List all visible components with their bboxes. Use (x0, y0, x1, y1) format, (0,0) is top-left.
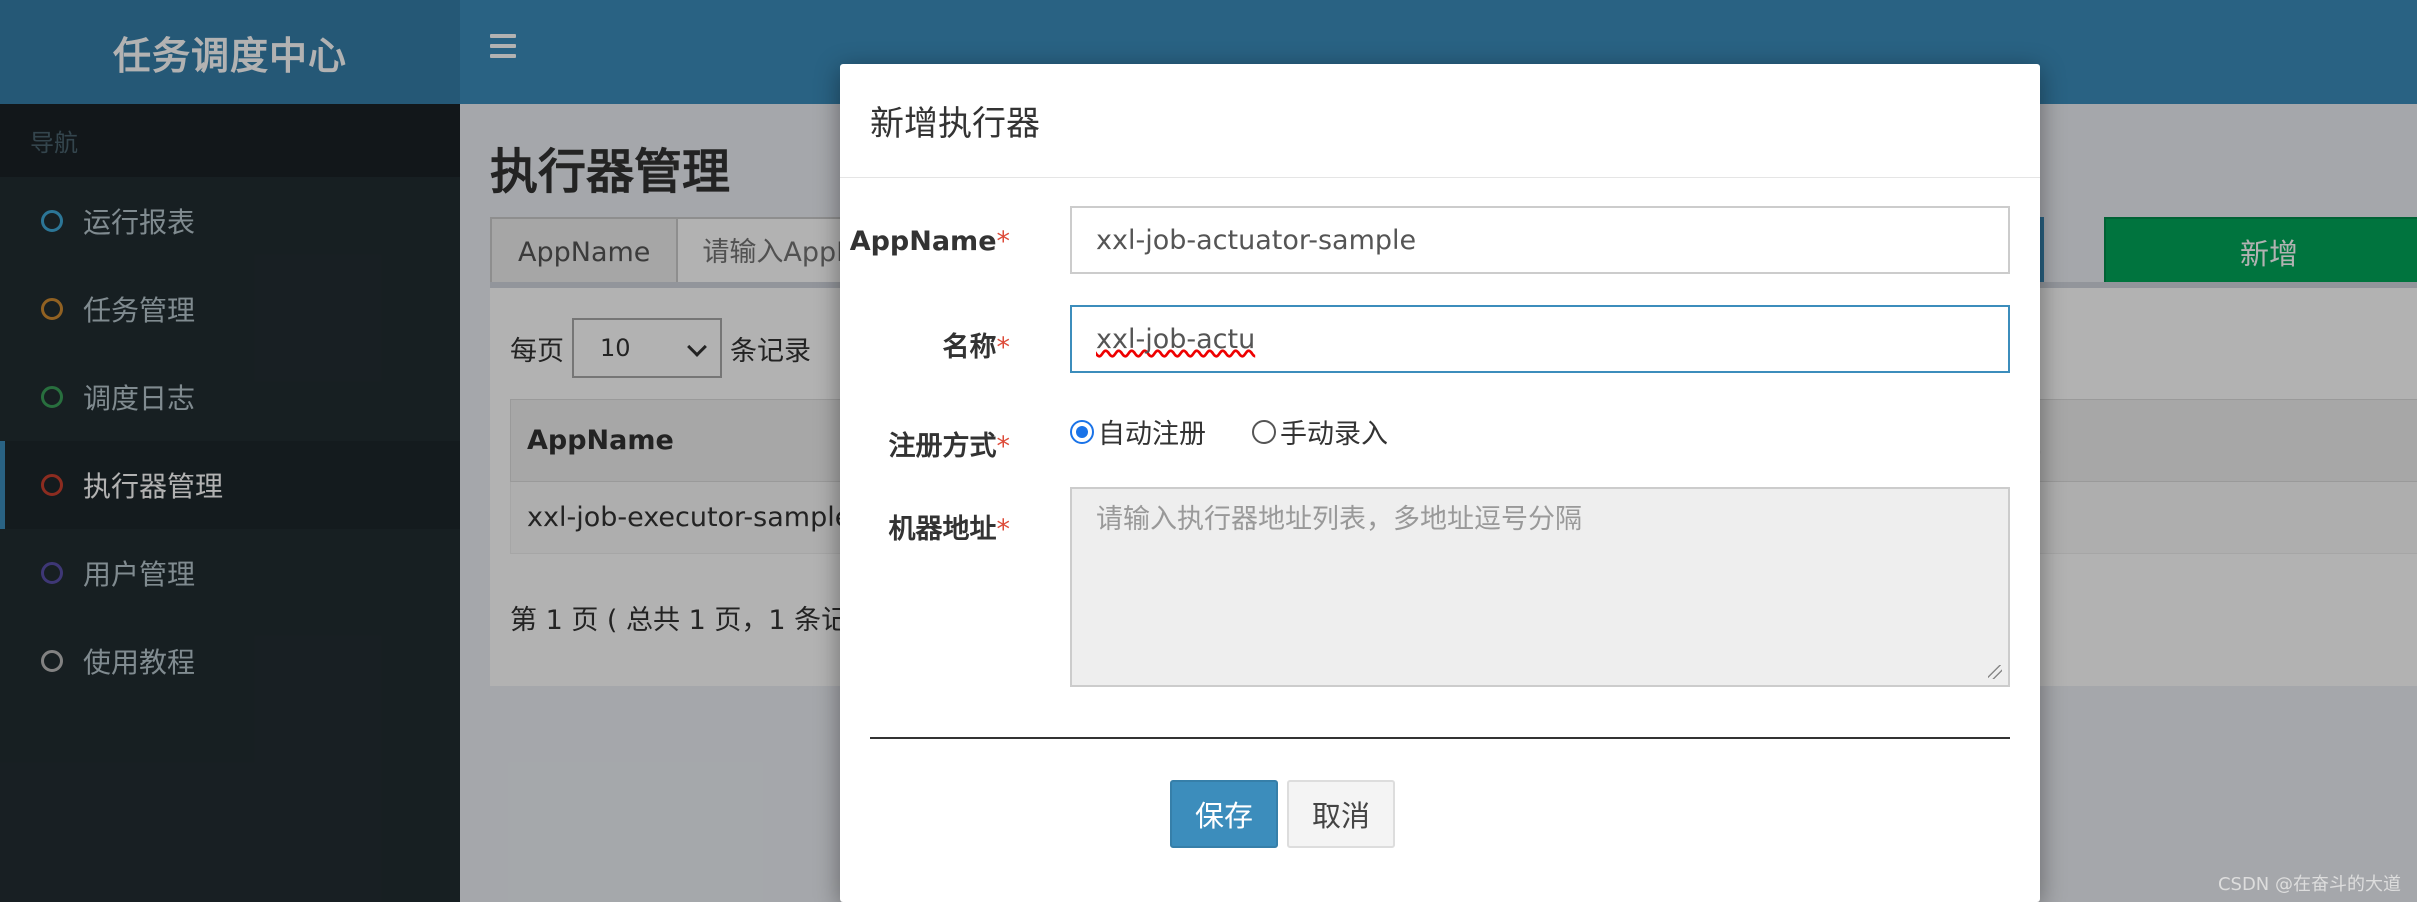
name-label: 名称* (942, 332, 1011, 363)
watermark: CSDN @在奋斗的大道 (2217, 874, 2401, 895)
add-executor-modal: 新增执行器 AppName* xxl-job-actuator-sample 名… (840, 64, 2040, 902)
radio-checked-icon (1070, 419, 1094, 444)
radio-auto-register[interactable]: 自动注册 (1070, 412, 1206, 451)
required-mark: * (996, 226, 1011, 257)
name-input[interactable]: xxl-job-actu (1070, 305, 2010, 373)
required-mark: * (996, 332, 1011, 363)
resize-handle-icon[interactable] (1988, 665, 2002, 679)
required-mark: * (996, 431, 1011, 462)
modal-title: 新增执行器 (840, 64, 2040, 178)
address-label: 机器地址* (888, 514, 1011, 545)
required-mark: * (996, 514, 1011, 545)
address-textarea[interactable]: 请输入执行器地址列表，多地址逗号分隔 (1070, 487, 2010, 687)
register-type-label: 注册方式* (888, 431, 1011, 462)
radio-manual-entry[interactable]: 手动录入 (1252, 412, 1388, 451)
save-button[interactable]: 保存 (1170, 780, 1278, 848)
appname-input[interactable]: xxl-job-actuator-sample (1070, 206, 2010, 274)
radio-unchecked-icon (1252, 419, 1276, 444)
modal-divider (870, 737, 2010, 739)
register-type-radios: 自动注册 手动录入 (1070, 412, 1434, 451)
cancel-button[interactable]: 取消 (1287, 780, 1395, 848)
appname-label: AppName* (849, 226, 1011, 257)
